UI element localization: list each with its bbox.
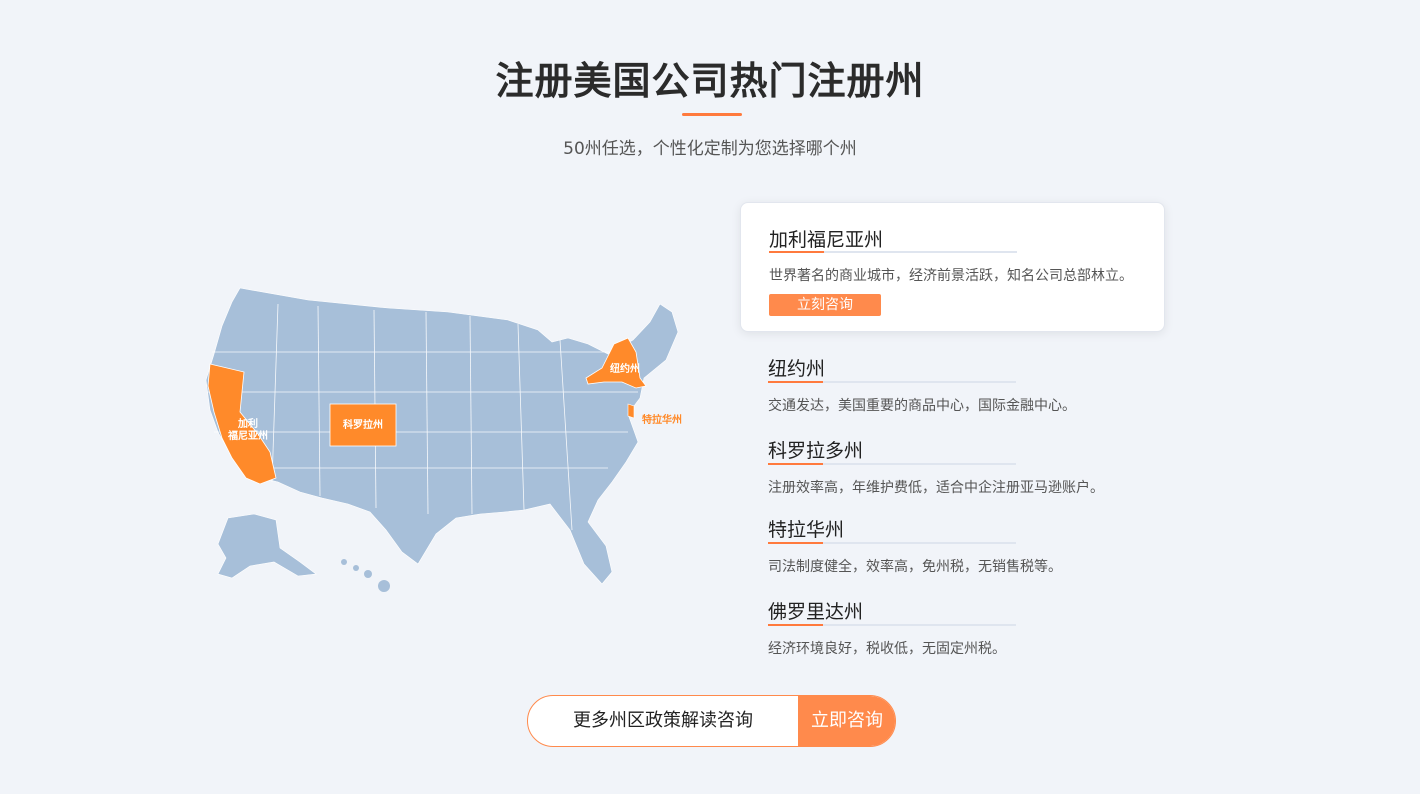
state-item-florida[interactable]: 佛罗里达州 经济环境良好，税收低，无固定州税。	[740, 595, 1165, 665]
alaska-shape	[217, 513, 317, 579]
page-title: 注册美国公司热门注册州	[495, 59, 925, 103]
state-desc: 经济环境良好，税收低，无固定州税。	[768, 641, 1006, 657]
state-desc: 注册效率高，年维护费低，适合中企注册亚马逊账户。	[768, 480, 1104, 496]
us-map: 加利福尼亚州 科罗拉州 纽约州 特拉华州	[188, 282, 688, 602]
state-name: 加利福尼亚州	[769, 229, 884, 251]
state-name: 纽约州	[768, 358, 826, 380]
delaware-label: 特拉华州	[642, 413, 682, 426]
state-item-delaware[interactable]: 特拉华州 司法制度健全，效率高，免州税，无销售税等。	[740, 513, 1165, 583]
consult-cta: 更多州区政策解读咨询 立即咨询	[527, 695, 896, 747]
hawaii-shape	[341, 559, 390, 592]
us-map-svg: 加利福尼亚州 科罗拉州 纽约州 特拉华州	[205, 287, 682, 592]
state-desc: 交通发达，美国重要的商品中心，国际金融中心。	[768, 398, 1076, 414]
state-name: 特拉华州	[768, 519, 845, 541]
page-subtitle: 50州任选，个性化定制为您选择哪个州	[563, 139, 857, 159]
state-name: 科罗拉多州	[768, 440, 864, 462]
delaware-shape	[627, 403, 635, 419]
title-underline	[682, 113, 742, 116]
state-item-colorado[interactable]: 科罗拉多州 注册效率高，年维护费低，适合中企注册亚马逊账户。	[740, 434, 1165, 504]
state-divider	[768, 381, 1016, 383]
colorado-label: 科罗拉州	[343, 418, 383, 431]
state-item-newyork[interactable]: 纽约州 交通发达，美国重要的商品中心，国际金融中心。	[740, 352, 1165, 422]
newyork-label: 纽约州	[610, 362, 640, 375]
page: 注册美国公司热门注册州 50州任选，个性化定制为您选择哪个州 加利福尼亚州 科罗…	[0, 0, 1420, 794]
state-divider	[768, 624, 1016, 626]
state-divider	[768, 463, 1016, 465]
state-divider	[769, 251, 1017, 253]
state-name: 佛罗里达州	[768, 601, 864, 623]
consult-button[interactable]: 立即咨询	[798, 696, 895, 746]
state-desc: 世界著名的商业城市，经济前景活跃，知名公司总部林立。	[769, 268, 1133, 284]
state-divider	[768, 542, 1016, 544]
cta-label: 更多州区政策解读咨询	[573, 710, 753, 731]
state-desc: 司法制度健全，效率高，免州税，无销售税等。	[768, 559, 1062, 575]
consult-now-button[interactable]: 立刻咨询	[769, 294, 881, 316]
state-item-california[interactable]: 加利福尼亚州 世界著名的商业城市，经济前景活跃，知名公司总部林立。 立刻咨询	[740, 202, 1165, 332]
